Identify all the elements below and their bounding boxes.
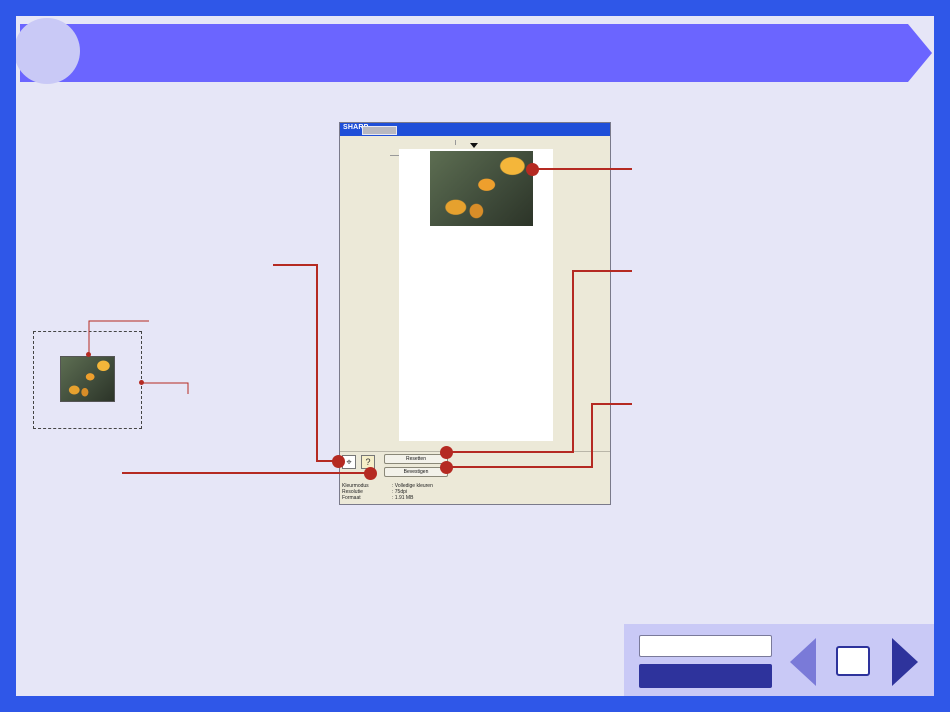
page-frame: SHARP ⌖ ? Resetten Bevestigen Kleurmodus…: [0, 0, 950, 712]
callout-dot-reset: [440, 446, 453, 459]
callout-lines: [88, 168, 632, 474]
callout-dot-confirm: [440, 461, 453, 474]
next-page-icon[interactable]: [892, 638, 918, 686]
back-button[interactable]: [639, 664, 772, 688]
callout-line-scan-cancel: [273, 264, 338, 462]
contents-button[interactable]: [639, 635, 772, 657]
callout-dot-scan-cancel: [332, 455, 345, 468]
callout-line-frame: [142, 382, 189, 394]
previous-page-icon[interactable]: [790, 638, 816, 686]
content-area: SHARP ⌖ ? Resetten Bevestigen Kleurmodus…: [16, 16, 934, 696]
callout-dot-help: [364, 467, 377, 480]
page-number-box: [836, 646, 870, 676]
callout-dot-preview: [526, 163, 539, 176]
callout-dot-frame: [139, 380, 144, 385]
callout-dot-thumb: [86, 352, 91, 357]
callout-line-confirm: [446, 403, 632, 468]
navigation-panel: [624, 624, 934, 696]
callout-line-reset: [446, 270, 632, 453]
callout-line-thumb: [88, 320, 149, 355]
